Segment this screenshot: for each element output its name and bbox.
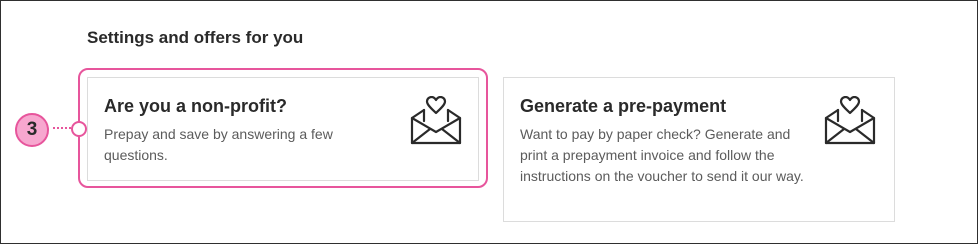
card-title: Generate a pre-payment <box>520 96 727 116</box>
screenshot-frame: Settings and offers for you Are you a no… <box>0 0 978 244</box>
card-description: Want to pay by paper check? Generate and… <box>520 126 804 184</box>
envelope-heart-icon <box>824 95 876 146</box>
callout-connector <box>53 127 71 129</box>
callout-highlight-box <box>78 68 488 188</box>
callout-number-badge: 3 <box>15 113 49 147</box>
prepayment-card[interactable]: Generate a pre-payment Want to pay by pa… <box>503 77 895 222</box>
callout-anchor-dot <box>71 121 87 137</box>
section-title: Settings and offers for you <box>87 28 304 47</box>
